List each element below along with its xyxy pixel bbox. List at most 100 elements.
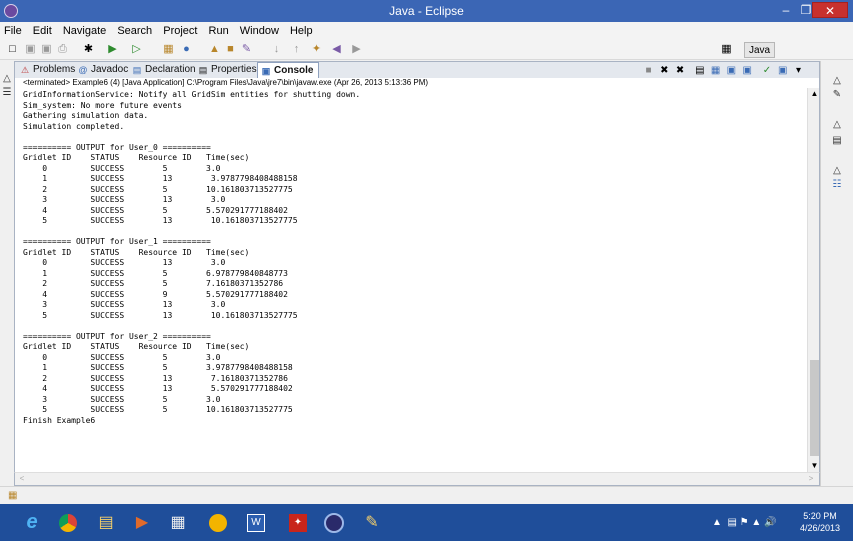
save-icon[interactable]: ▣ — [24, 43, 37, 56]
console-output[interactable]: GridInformationService: Notify all GridS… — [14, 88, 820, 472]
console-line: 1 SUCCESS 13 3.9787798408488158 — [23, 174, 298, 183]
console-line: 4 SUCCESS 13 5.570291777188402 — [23, 384, 293, 393]
console-line: Gathering simulation data. — [23, 111, 149, 120]
console-line: Simulation completed. — [23, 121, 125, 131]
menu-navigate[interactable]: Navigate — [59, 22, 110, 37]
outline-icon[interactable]: ▤ — [831, 135, 843, 147]
show-stdout-icon[interactable]: ▣ — [726, 64, 737, 77]
horizontal-scrollbar[interactable]: < > — [14, 472, 820, 486]
menu-bar: File Edit Navigate Search Project Run Wi… — [0, 22, 853, 40]
console-line: 1 SUCCESS 5 6.978779840848773 — [23, 268, 288, 278]
package-explorer-icon[interactable]: ☰ — [1, 87, 13, 99]
menu-search[interactable]: Search — [113, 22, 156, 37]
open-task-icon[interactable]: ■ — [224, 43, 237, 56]
terminate-icon[interactable]: ■ — [643, 64, 654, 77]
open-console-icon[interactable]: ▾ — [793, 64, 804, 77]
show-stderr-icon[interactable]: ▣ — [742, 64, 753, 77]
prev-annotation-icon[interactable]: ↑ — [290, 43, 303, 56]
new-java-project-icon[interactable]: ▦ — [162, 43, 175, 56]
menu-project[interactable]: Project — [159, 22, 201, 37]
paint-icon[interactable]: ✎ — [356, 508, 388, 537]
eclipse-icon[interactable] — [318, 508, 350, 537]
tab-javadoc[interactable]: @ Javadoc — [75, 62, 129, 78]
scroll-up-icon[interactable]: ▲ — [808, 88, 819, 100]
console-line: Gridlet ID STATUS Resource ID Time(sec) — [23, 342, 250, 351]
scrollbar-thumb[interactable] — [810, 360, 819, 456]
console-line: GridInformationService: Notify all GridS… — [23, 90, 361, 99]
run-icon[interactable]: ▶ — [106, 43, 119, 56]
close-button[interactable]: ✕ — [812, 2, 848, 18]
scroll-down-icon[interactable]: ▼ — [808, 460, 819, 472]
console-line: 2 SUCCESS 13 7.16180371352786 — [23, 373, 288, 383]
green-icon[interactable] — [202, 508, 234, 537]
view-tab-bar: ⚠ Problems @ Javadoc ▤ Declaration ▤ Pro… — [14, 61, 820, 92]
back-icon[interactable]: ◀ — [330, 43, 343, 56]
pdf-icon[interactable]: ✦ — [282, 508, 314, 537]
remove-launch-icon[interactable]: ✖ — [659, 64, 670, 77]
tab-label: Problems — [33, 64, 76, 75]
console-line: 3 SUCCESS 13 3.0 — [23, 300, 226, 309]
media-icon[interactable]: ▶ — [126, 508, 158, 537]
minimize-button[interactable]: – — [776, 2, 796, 18]
eclipse-window: Java - Eclipse – ❐ ✕ File Edit Navigate … — [0, 0, 853, 541]
console-view-actions: ■ ✖ ✖ ▤ ▦ ▣ ▣ ✓ ▣ ▾ □ ▾ – □ — [643, 64, 819, 89]
tab-declaration[interactable]: ▤ Declaration — [129, 62, 196, 78]
fast-view-icon[interactable]: ▦ — [8, 490, 17, 501]
pin-console-icon[interactable]: ✓ — [761, 64, 772, 77]
java-perspective-button[interactable]: Java — [744, 42, 776, 58]
annotation-icon[interactable]: ✎ — [240, 43, 253, 56]
vertical-scrollbar[interactable]: ▲ ▼ — [807, 88, 819, 472]
next-annotation-icon[interactable]: ↓ — [270, 43, 283, 56]
clock-time: 5:20 PM — [803, 511, 837, 521]
forward-icon[interactable]: ▶ — [350, 43, 363, 56]
menu-help[interactable]: Help — [286, 22, 317, 37]
open-perspective-icon[interactable]: ▦ — [720, 43, 733, 56]
tab-label: Console — [274, 65, 314, 76]
remove-all-icon[interactable]: ✖ — [675, 64, 686, 77]
display-console-icon[interactable]: ▣ — [777, 64, 788, 77]
clock[interactable]: 5:20 PM 4/26/2013 — [790, 510, 850, 534]
run-external-icon[interactable]: ▷ — [130, 43, 143, 56]
save-all-icon[interactable]: ▣ — [40, 43, 53, 56]
debug-icon[interactable]: ✱ — [82, 43, 95, 56]
hierarchy-icon[interactable]: ☷ — [831, 179, 843, 191]
console-line: ========== OUTPUT for User_0 ========== — [23, 142, 211, 152]
ie-icon[interactable]: e — [16, 508, 48, 537]
scroll-left-icon[interactable]: < — [16, 473, 28, 485]
last-edit-icon[interactable]: ✦ — [310, 43, 323, 56]
console-line: 2 SUCCESS 5 10.161803713527775 — [23, 184, 293, 194]
console-line: Finish Example6 — [23, 415, 96, 425]
task-list-icon[interactable]: ✎ — [831, 89, 843, 101]
menu-run[interactable]: Run — [205, 22, 233, 37]
print-icon[interactable]: ⎙ — [56, 43, 69, 56]
clock-date: 4/26/2013 — [799, 523, 841, 533]
scroll-right-icon[interactable]: > — [805, 473, 817, 485]
new-icon[interactable]: □ — [6, 43, 19, 56]
tab-label: Javadoc — [91, 64, 129, 75]
restore-icon[interactable]: △ — [831, 119, 843, 131]
new-class-icon[interactable]: ● — [180, 43, 193, 56]
tray-icons[interactable]: ▲ ▤ ⚑ ▲ 🔊 — [712, 517, 777, 528]
restore-icon[interactable]: △ — [831, 75, 843, 87]
tab-properties[interactable]: ▤ Properties — [195, 62, 257, 78]
restore-icon[interactable]: △ — [831, 165, 843, 177]
tab-problems[interactable]: ⚠ Problems — [17, 62, 75, 78]
console-line: 5 SUCCESS 13 10.161803713527775 — [23, 216, 298, 225]
app-icon[interactable]: ▦ — [162, 508, 194, 537]
console-line: Gridlet ID STATUS Resource ID Time(sec) — [23, 247, 250, 257]
menu-file[interactable]: File — [0, 22, 26, 37]
menu-edit[interactable]: Edit — [29, 22, 56, 37]
menu-window[interactable]: Window — [236, 22, 283, 37]
explorer-icon[interactable]: ▤ — [90, 508, 122, 537]
chrome-icon[interactable] — [52, 508, 84, 537]
restore-icon[interactable]: △ — [1, 73, 13, 85]
clear-console-icon[interactable]: ▤ — [694, 64, 705, 77]
console-line: ========== OUTPUT for User_2 ========== — [23, 331, 211, 341]
scroll-lock-icon[interactable]: ▦ — [710, 64, 721, 77]
tab-console[interactable]: ▣ Console ✕ — [257, 62, 319, 92]
word-icon[interactable]: W — [240, 508, 272, 537]
status-bar: ▦ — [0, 486, 853, 504]
open-type-icon[interactable]: ▲ — [208, 43, 221, 56]
